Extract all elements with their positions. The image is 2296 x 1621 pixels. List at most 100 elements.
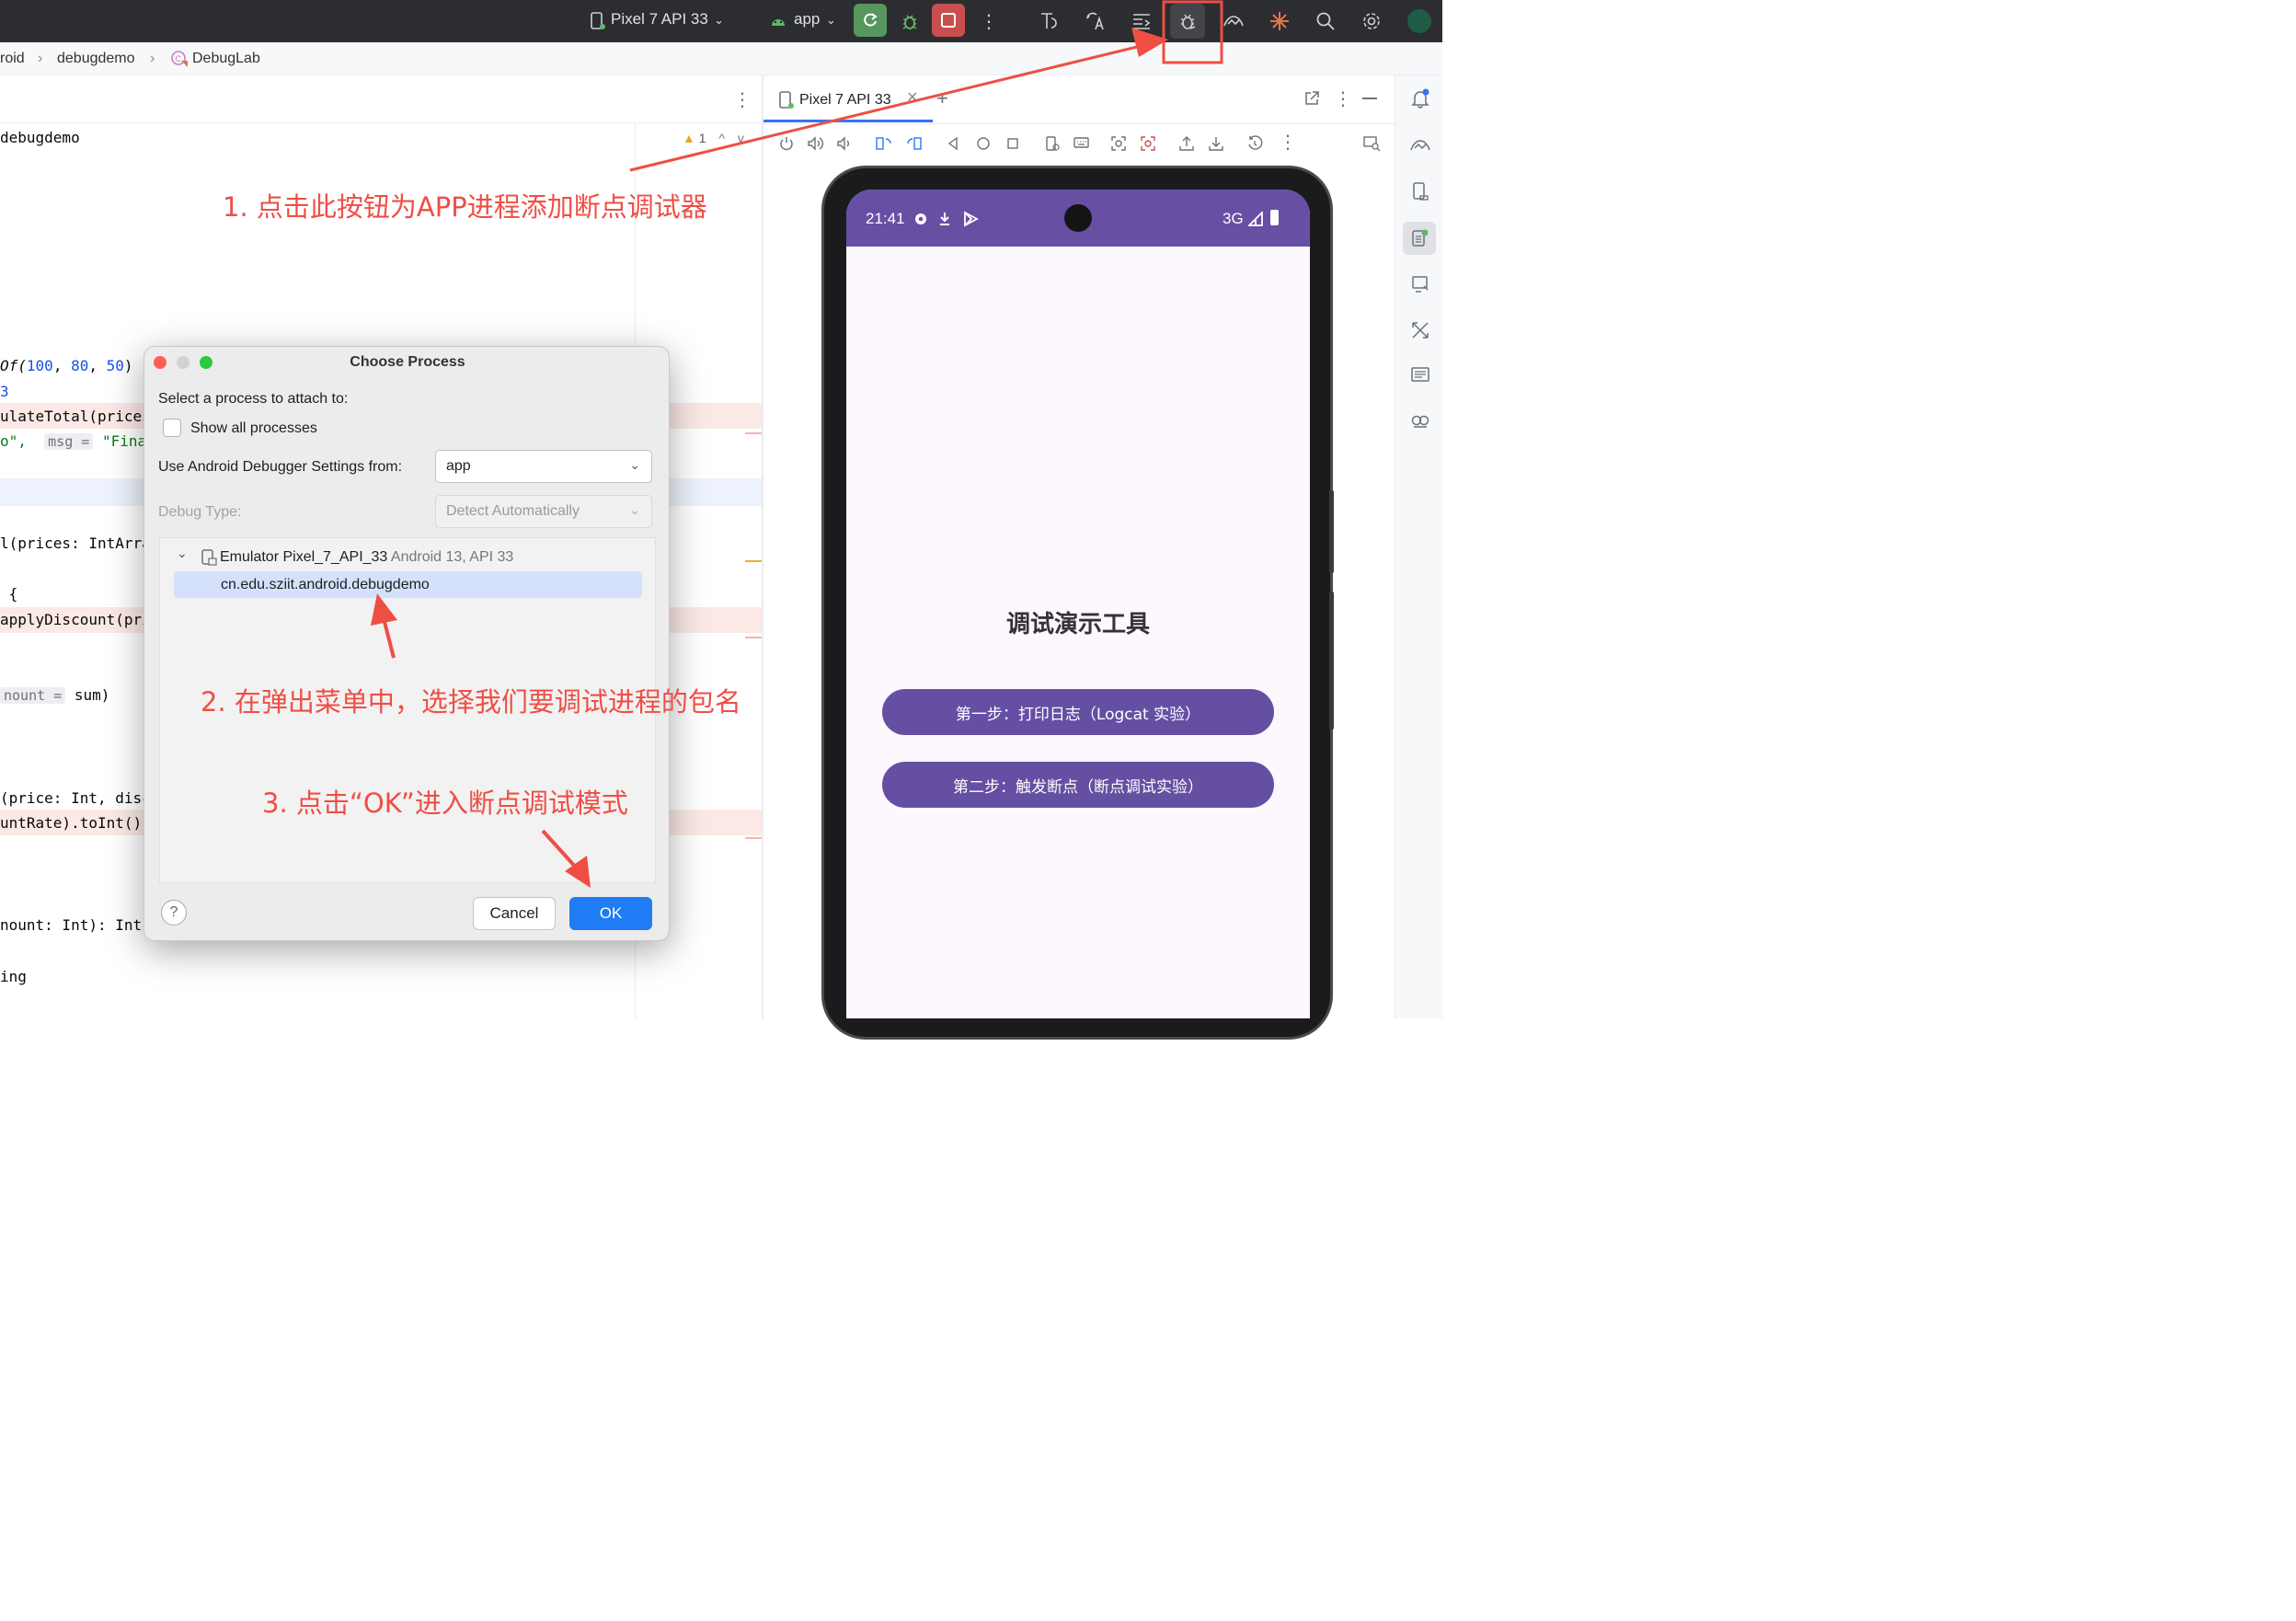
translate-icon[interactable] bbox=[1080, 6, 1111, 37]
code-line: o", msg = "Final bbox=[0, 432, 155, 450]
inlay-hint: nount = bbox=[0, 687, 66, 704]
code-token: , bbox=[52, 357, 72, 374]
add-device-icon[interactable]: + bbox=[936, 86, 948, 110]
rerun-button[interactable] bbox=[854, 4, 887, 37]
zoom-inspect-icon[interactable] bbox=[1362, 135, 1381, 152]
device-selector[interactable]: Pixel 7 API 33 bbox=[611, 10, 708, 29]
signal-icon bbox=[1248, 212, 1263, 226]
tools-icon[interactable] bbox=[1406, 316, 1434, 344]
chevron-down-icon: ⌄ bbox=[629, 457, 640, 472]
editor-tab-divider bbox=[0, 122, 762, 123]
breadcrumb-item-class[interactable]: DebugLab bbox=[192, 51, 260, 67]
more-vertical-icon[interactable]: ⋮ bbox=[1334, 87, 1352, 110]
play-store-icon bbox=[964, 211, 979, 227]
inlay-hint: msg = bbox=[44, 433, 94, 450]
device-frame-icon[interactable] bbox=[1044, 135, 1061, 152]
show-all-label[interactable]: Show all processes bbox=[190, 420, 317, 437]
format-icon[interactable] bbox=[1126, 6, 1157, 37]
screenshot-icon[interactable] bbox=[1110, 135, 1127, 152]
attach-debugger-button[interactable] bbox=[1170, 4, 1205, 39]
volume-down-icon[interactable] bbox=[836, 135, 853, 152]
device-mirroring-icon[interactable] bbox=[1406, 270, 1434, 298]
show-all-checkbox[interactable] bbox=[163, 419, 181, 437]
open-external-icon[interactable] bbox=[1303, 90, 1320, 111]
upload-icon[interactable] bbox=[1178, 135, 1195, 152]
search-icon[interactable] bbox=[1310, 6, 1341, 37]
chevron-up-icon[interactable]: ^ bbox=[718, 131, 725, 145]
chevron-down-icon[interactable]: v bbox=[738, 131, 744, 145]
notifications-icon[interactable] bbox=[1406, 85, 1434, 112]
back-icon[interactable] bbox=[947, 136, 959, 151]
device-icon bbox=[587, 6, 609, 37]
run-config-selector[interactable]: app bbox=[794, 10, 820, 29]
download-icon[interactable] bbox=[1208, 135, 1224, 152]
debugger-settings-value: app bbox=[446, 458, 471, 474]
overview-icon[interactable] bbox=[1006, 137, 1019, 150]
more-vertical-icon[interactable]: ⋮ bbox=[733, 88, 752, 111]
breadcrumb-item-root[interactable]: roid bbox=[0, 51, 25, 67]
close-icon[interactable]: × bbox=[907, 87, 918, 109]
help-button[interactable]: ? bbox=[161, 900, 187, 925]
snapshot-icon[interactable] bbox=[1246, 135, 1263, 152]
stop-button[interactable] bbox=[932, 4, 965, 37]
more-vertical-icon[interactable]: ⋮ bbox=[973, 6, 1004, 37]
problems-indicator[interactable]: ▲ 1 ^ v bbox=[683, 131, 744, 145]
chevron-down-icon[interactable]: ⌄ bbox=[714, 13, 724, 28]
choose-process-dialog: Choose Process Select a process to attac… bbox=[144, 346, 670, 941]
status-time: 21:41 bbox=[866, 210, 905, 227]
scroll-marker bbox=[745, 432, 762, 434]
debug-type-value: Detect Automatically bbox=[446, 503, 580, 519]
code-token: ) bbox=[123, 357, 133, 374]
code-line: 3 bbox=[0, 383, 9, 400]
gemini-icon[interactable] bbox=[1264, 6, 1295, 37]
process-row-selected[interactable]: cn.edu.sziit.android.debugdemo bbox=[174, 571, 642, 598]
logcat-demo-button[interactable]: 第一步：打印日志（Logcat 实验） bbox=[882, 689, 1274, 735]
gemini-agent-icon[interactable] bbox=[1406, 408, 1434, 435]
rotate-left-icon[interactable] bbox=[875, 135, 893, 152]
debug-type-dropdown[interactable]: Detect Automatically ⌄ bbox=[435, 495, 652, 528]
app-inspection-icon[interactable] bbox=[1218, 6, 1249, 37]
chevron-right-icon: › bbox=[38, 51, 43, 66]
profiler-icon[interactable] bbox=[1034, 6, 1065, 37]
battery-icon bbox=[1270, 210, 1279, 225]
screen-record-icon[interactable] bbox=[1140, 135, 1156, 152]
more-vertical-icon[interactable]: ⋮ bbox=[1279, 131, 1297, 154]
keyboard-icon[interactable] bbox=[1073, 135, 1091, 152]
volume-up-icon[interactable] bbox=[807, 135, 825, 152]
breakpoint-demo-button[interactable]: 第二步：触发断点（断点调试实验） bbox=[882, 762, 1274, 808]
rotate-right-icon[interactable] bbox=[905, 135, 924, 152]
home-icon[interactable] bbox=[976, 136, 991, 151]
debugger-settings-dropdown[interactable]: app ⌄ bbox=[435, 450, 652, 483]
debug-icon[interactable] bbox=[894, 6, 925, 37]
settings-gear-icon[interactable] bbox=[1356, 6, 1387, 37]
annotation-step1: 1. 点击此按钮为APP进程添加断点调试器 bbox=[223, 191, 707, 223]
network-type: 3G bbox=[1223, 210, 1244, 227]
minimize-icon[interactable] bbox=[1362, 98, 1377, 99]
cancel-button[interactable]: Cancel bbox=[473, 897, 556, 930]
breadcrumb: roid › debugdemo › C DebugLab bbox=[0, 42, 1442, 75]
code-line: nount: Int): Int bbox=[0, 916, 143, 934]
code-token: Of( bbox=[0, 357, 27, 374]
running-devices-icon[interactable] bbox=[1403, 222, 1436, 255]
device-tree-node[interactable]: Emulator Pixel_7_API_33 Android 13, API … bbox=[220, 549, 513, 566]
power-icon[interactable] bbox=[778, 135, 795, 152]
device-manager-icon[interactable] bbox=[1406, 178, 1434, 205]
annotation-step3: 3. 点击“OK”进入断点调试模式 bbox=[262, 788, 628, 819]
breadcrumb-item-package[interactable]: debugdemo bbox=[57, 51, 135, 67]
code-line: ing bbox=[0, 968, 27, 985]
phone-screen[interactable]: 21:41 3G 调试演示工具 第一步：打印日志（Logcat 实验） 第二步：… bbox=[846, 190, 1310, 1018]
app-inspection-icon[interactable] bbox=[1406, 132, 1434, 159]
logcat-icon[interactable] bbox=[1406, 362, 1434, 389]
process-name: cn.edu.sziit.android.debugdemo bbox=[221, 577, 430, 592]
code-token: sum) bbox=[65, 686, 110, 704]
ok-button[interactable]: OK bbox=[569, 897, 652, 930]
debug-type-label: Debug Type: bbox=[158, 504, 242, 520]
kotlin-class-icon: C bbox=[170, 50, 189, 73]
code-line: nount = sum) bbox=[0, 686, 109, 704]
avatar[interactable] bbox=[1407, 9, 1431, 33]
chevron-right-icon: › bbox=[150, 51, 155, 66]
code-line: ulateTotal(prices bbox=[0, 408, 151, 425]
chevron-down-icon[interactable]: ⌄ bbox=[826, 13, 836, 28]
chevron-down-icon[interactable]: ⌄ bbox=[177, 546, 188, 561]
device-tab[interactable]: Pixel 7 API 33 bbox=[799, 92, 891, 109]
